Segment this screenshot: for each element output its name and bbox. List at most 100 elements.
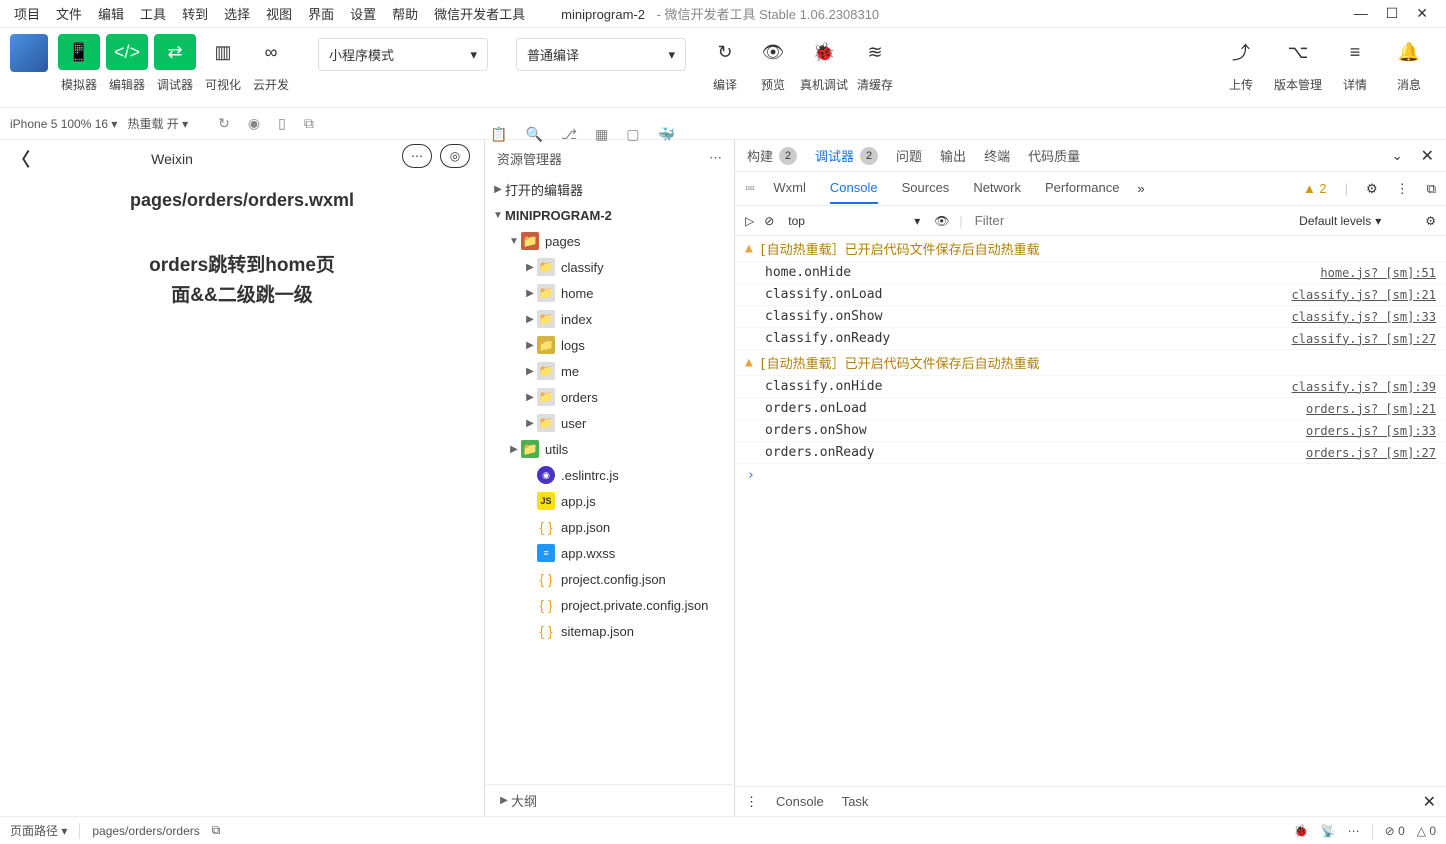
subtab-performance[interactable]: Performance bbox=[1045, 173, 1119, 204]
levels-select[interactable]: Default levels▾ ⚙ bbox=[1299, 214, 1436, 228]
toolbar-button[interactable]: ▥可视化 bbox=[202, 34, 244, 93]
folder-orders[interactable]: ▶📁orders bbox=[485, 384, 734, 410]
mode-select[interactable]: 小程序模式▾ bbox=[318, 38, 488, 71]
folder-me[interactable]: ▶📁me bbox=[485, 358, 734, 384]
toolbar-button[interactable]: 👁预览 bbox=[752, 34, 794, 93]
context-select[interactable]: top▾ bbox=[784, 212, 924, 230]
subtab-sources[interactable]: Sources bbox=[902, 173, 950, 204]
source-link[interactable]: classify.js? [sm]:21 bbox=[1292, 288, 1437, 302]
pagepath-dropdown[interactable]: 页面路径 ▾ bbox=[10, 822, 67, 839]
copy-path-icon[interactable]: ⧉ bbox=[212, 823, 221, 838]
toolbar-button[interactable]: 📱模拟器 bbox=[58, 34, 100, 93]
toolbar-button[interactable]: ⌥版本管理 bbox=[1274, 34, 1322, 93]
gear-icon[interactable]: ⚙ bbox=[1366, 181, 1378, 197]
devtab[interactable]: 构建2 bbox=[747, 146, 797, 165]
device-icon[interactable]: ▯ bbox=[278, 115, 286, 132]
hotreload-select[interactable]: 热重载 开 ▾ bbox=[127, 115, 188, 132]
menu-item[interactable]: 帮助 bbox=[386, 2, 424, 25]
file-item[interactable]: { }app.json bbox=[485, 514, 734, 540]
inspect-icon[interactable]: ⮹ bbox=[745, 181, 755, 197]
record-icon[interactable]: ◉ bbox=[248, 115, 260, 132]
copy-icon[interactable]: ⧉ bbox=[304, 115, 314, 132]
file-item[interactable]: { }sitemap.json bbox=[485, 618, 734, 644]
warnings-count[interactable]: △ 0 bbox=[1417, 824, 1436, 838]
source-link[interactable]: home.js? [sm]:51 bbox=[1320, 266, 1436, 280]
source-link[interactable]: classify.js? [sm]:39 bbox=[1292, 380, 1437, 394]
folder-user[interactable]: ▶📁user bbox=[485, 410, 734, 436]
console-prompt[interactable]: › bbox=[735, 464, 1446, 487]
toolbar-button[interactable]: 🐞真机调试 bbox=[800, 34, 848, 93]
source-link[interactable]: classify.js? [sm]:27 bbox=[1292, 332, 1437, 346]
chevron-down-icon[interactable]: ⌄ bbox=[1392, 148, 1403, 164]
drawer-tab-console[interactable]: Console bbox=[776, 794, 824, 809]
bug-icon[interactable]: 🐞 bbox=[1294, 824, 1309, 838]
menu-item[interactable]: 文件 bbox=[50, 2, 88, 25]
kebab-icon[interactable]: ⋮ bbox=[1396, 181, 1409, 197]
source-link[interactable]: orders.js? [sm]:27 bbox=[1306, 446, 1436, 460]
opened-editors[interactable]: ▶打开的编辑器 bbox=[485, 176, 734, 202]
toolbar-button[interactable]: ≡详情 bbox=[1334, 34, 1376, 93]
menu-item[interactable]: 界面 bbox=[302, 2, 340, 25]
menu-item[interactable]: 微信开发者工具 bbox=[428, 2, 531, 25]
folder-utils[interactable]: ▶📁utils bbox=[485, 436, 734, 462]
menu-item[interactable]: 工具 bbox=[134, 2, 172, 25]
toolbar-button[interactable]: </>编辑器 bbox=[106, 34, 148, 93]
folder-logs[interactable]: ▶📁logs bbox=[485, 332, 734, 358]
box-icon[interactable]: ▢ bbox=[626, 126, 639, 143]
more-tabs-icon[interactable]: » bbox=[1137, 181, 1144, 196]
project-root[interactable]: ▼MINIPROGRAM-2 bbox=[485, 202, 734, 228]
search-icon[interactable]: 🔍 bbox=[525, 126, 542, 143]
devtab[interactable]: 调试器2 bbox=[815, 146, 878, 165]
more-icon[interactable]: ⋯ bbox=[709, 150, 722, 166]
file-item[interactable]: JSapp.js bbox=[485, 488, 734, 514]
source-link[interactable]: classify.js? [sm]:33 bbox=[1292, 310, 1437, 324]
compile-select[interactable]: 普通编译▾ bbox=[516, 38, 686, 71]
devtab[interactable]: 输出 bbox=[940, 146, 966, 165]
grid-icon[interactable]: ▦ bbox=[595, 126, 608, 143]
menu-item[interactable]: 转到 bbox=[176, 2, 214, 25]
folder-classify[interactable]: ▶📁classify bbox=[485, 254, 734, 280]
broadcast-icon[interactable]: 📡 bbox=[1321, 824, 1336, 838]
close-panel-icon[interactable]: ✕ bbox=[1421, 146, 1434, 166]
device-select[interactable]: iPhone 5 100% 16 ▾ bbox=[10, 117, 117, 131]
play-icon[interactable]: ▷ bbox=[745, 214, 754, 228]
outline-section[interactable]: ▶大纲 bbox=[485, 784, 734, 816]
kebab-icon[interactable]: ⋮ bbox=[745, 794, 758, 810]
file-item[interactable]: { }project.private.config.json bbox=[485, 592, 734, 618]
toolbar-button[interactable]: 🔔消息 bbox=[1388, 34, 1430, 93]
dock-icon[interactable]: ⧉ bbox=[1427, 181, 1436, 197]
maximize-icon[interactable]: ☐ bbox=[1386, 5, 1399, 22]
toolbar-button[interactable]: ≋清缓存 bbox=[854, 34, 896, 93]
subtab-console[interactable]: Console bbox=[830, 173, 878, 204]
menu-item[interactable]: 选择 bbox=[218, 2, 256, 25]
eye-icon[interactable]: 👁 bbox=[934, 214, 949, 228]
file-item[interactable]: { }project.config.json bbox=[485, 566, 734, 592]
toolbar-button[interactable]: ↻编译 bbox=[704, 34, 746, 93]
file-item[interactable]: ≡app.wxss bbox=[485, 540, 734, 566]
branch-icon[interactable]: ⎇ bbox=[561, 126, 577, 143]
source-link[interactable]: orders.js? [sm]:33 bbox=[1306, 424, 1436, 438]
minimize-icon[interactable]: — bbox=[1354, 5, 1368, 22]
file-item[interactable]: ◉.eslintrc.js bbox=[485, 462, 734, 488]
more-icon[interactable]: ⋯ bbox=[1348, 824, 1360, 838]
devtab[interactable]: 代码质量 bbox=[1028, 146, 1080, 165]
subtab-wxml[interactable]: Wxml bbox=[773, 173, 806, 204]
refresh-icon[interactable]: ↻ bbox=[218, 115, 230, 132]
drawer-tab-task[interactable]: Task bbox=[842, 794, 869, 809]
gear-icon[interactable]: ⚙ bbox=[1425, 214, 1436, 228]
drawer-close-icon[interactable]: ✕ bbox=[1423, 792, 1436, 812]
errors-count[interactable]: ⊘ 0 bbox=[1385, 824, 1405, 838]
toolbar-button[interactable]: ⇄调试器 bbox=[154, 34, 196, 93]
clipboard-icon[interactable]: 📋 bbox=[490, 126, 507, 143]
filter-input[interactable] bbox=[973, 211, 1154, 230]
folder-pages[interactable]: ▼📁pages bbox=[485, 228, 734, 254]
subtab-network[interactable]: Network bbox=[973, 173, 1021, 204]
docker-icon[interactable]: 🐳 bbox=[657, 126, 674, 143]
clear-icon[interactable]: ⊘ bbox=[764, 214, 774, 228]
menu-item[interactable]: 项目 bbox=[8, 2, 46, 25]
toolbar-button[interactable]: ⤴上传 bbox=[1220, 34, 1262, 93]
devtab[interactable]: 问题 bbox=[896, 146, 922, 165]
toolbar-button[interactable]: ∞云开发 bbox=[250, 34, 292, 93]
warn-badge[interactable]: ▲ 2 bbox=[1303, 181, 1327, 196]
menu-item[interactable]: 设置 bbox=[344, 2, 382, 25]
